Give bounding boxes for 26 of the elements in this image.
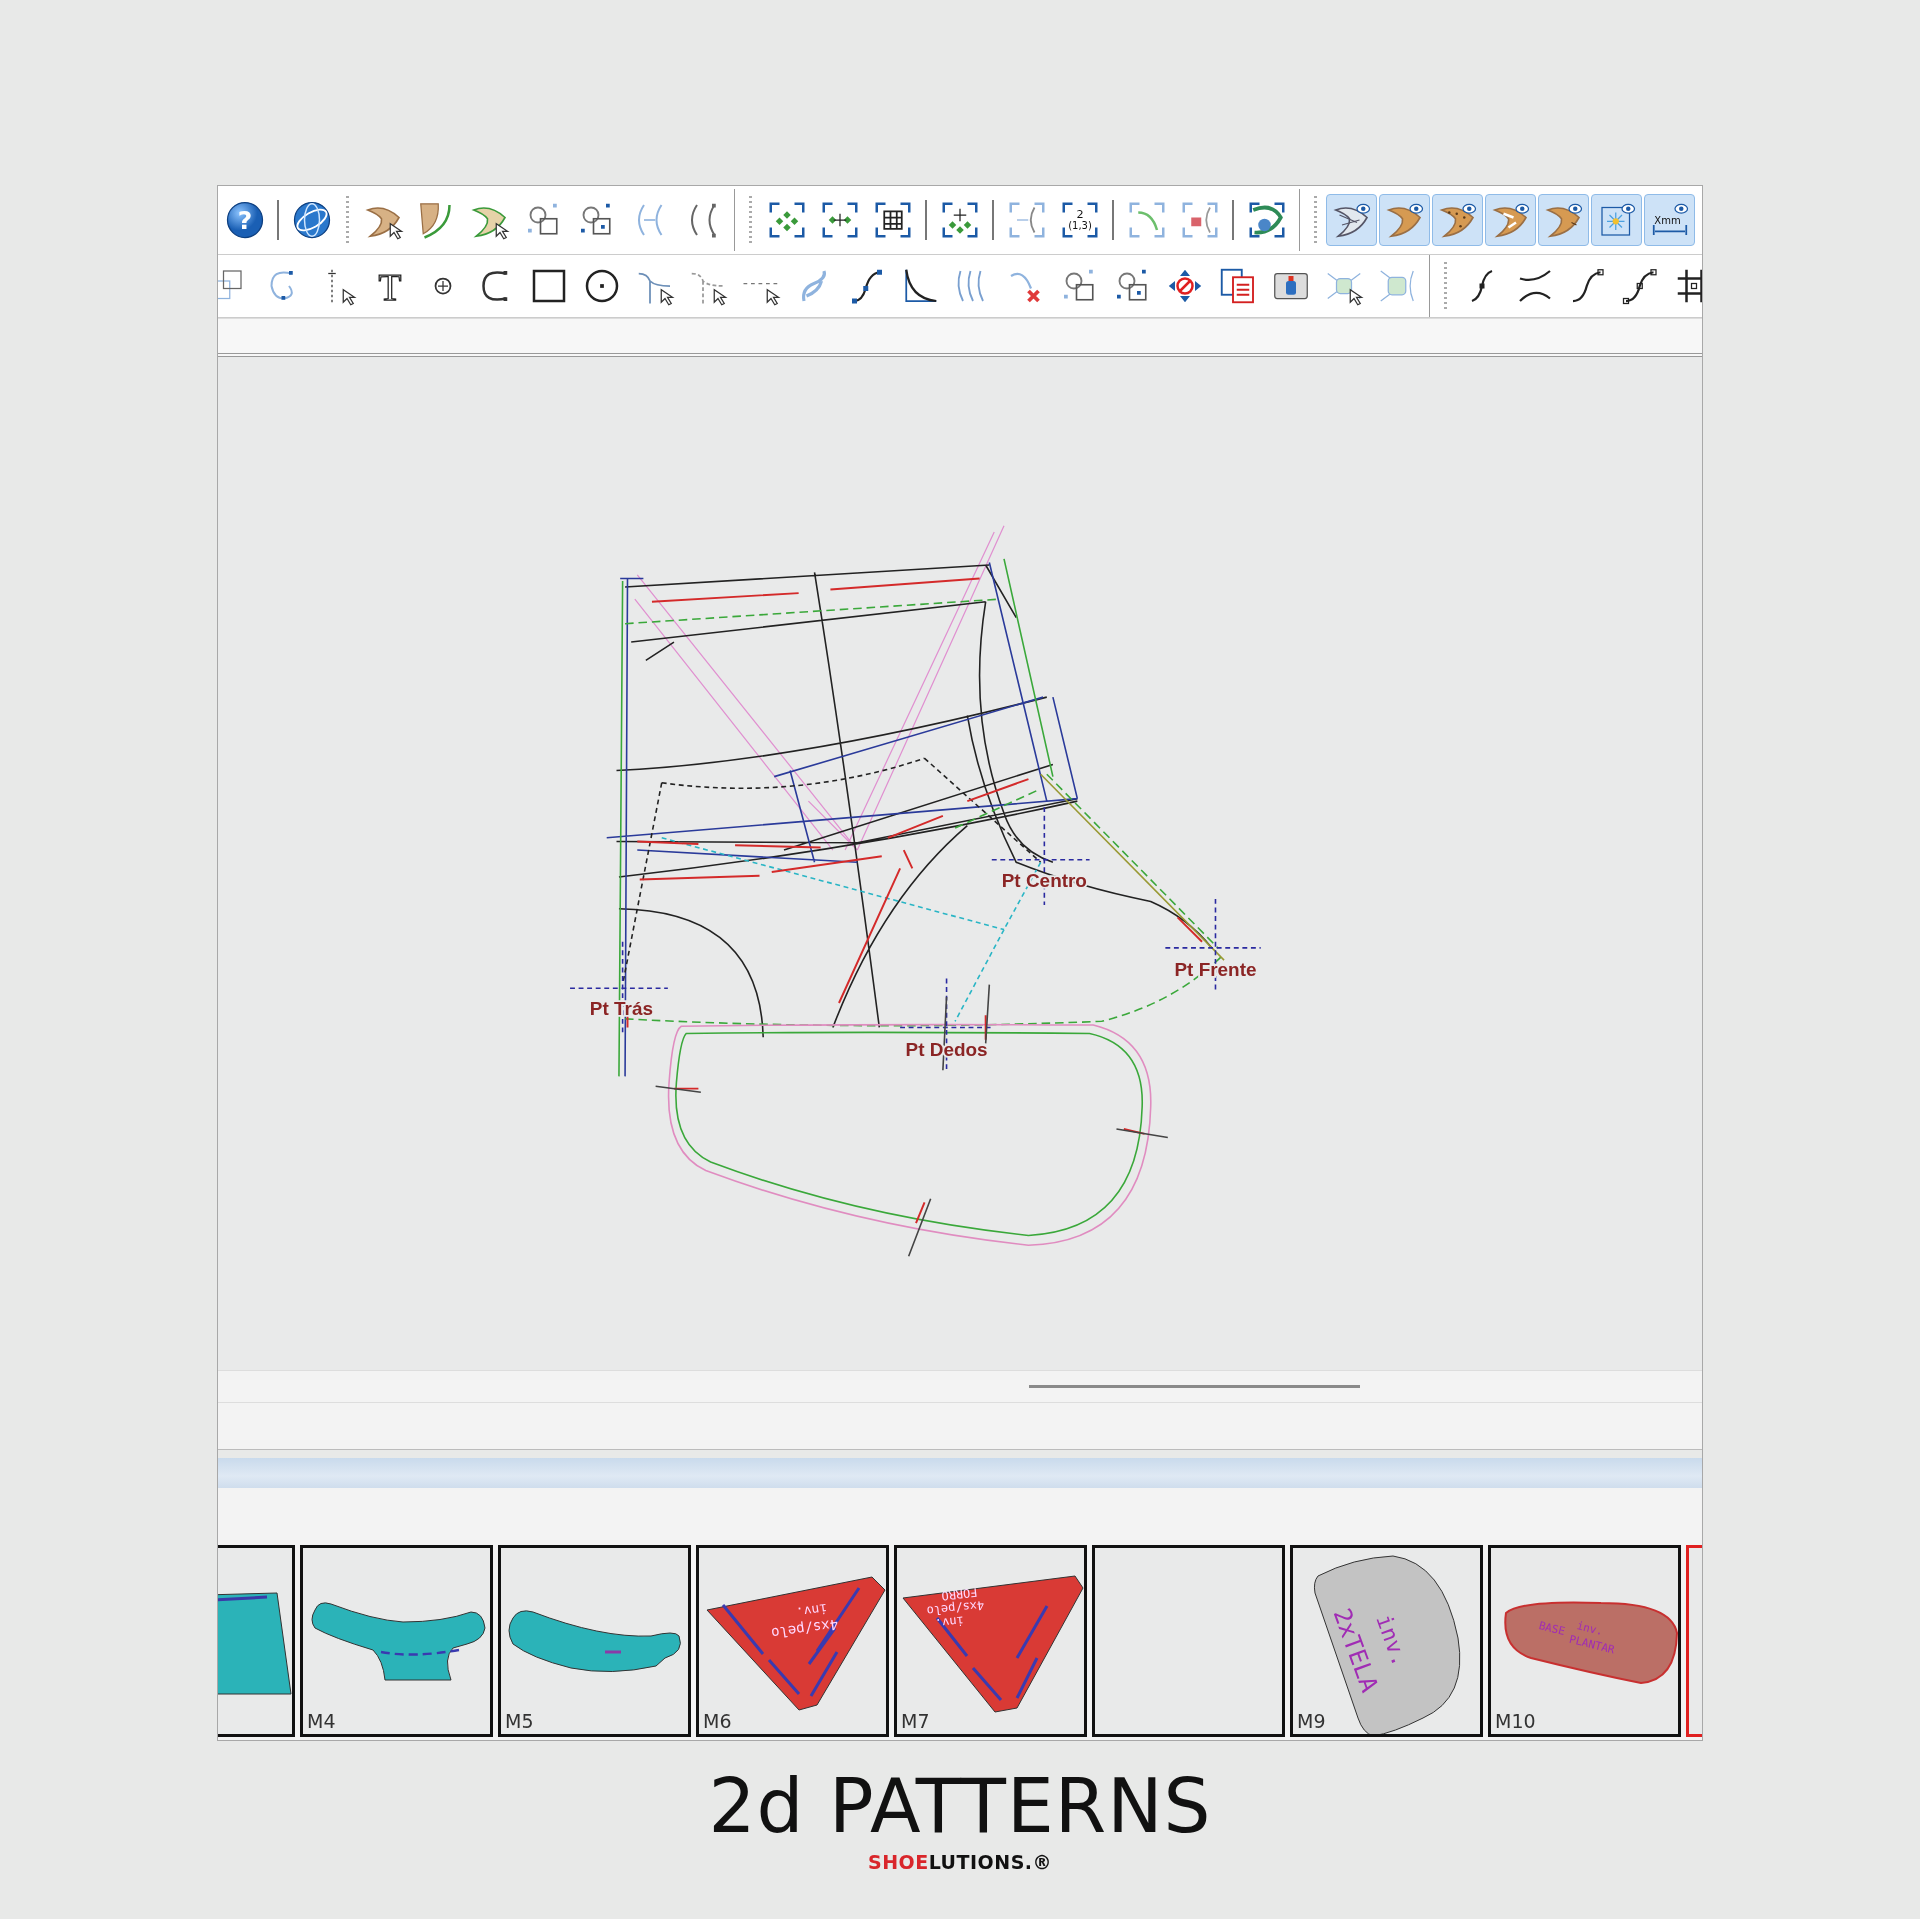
- toggle-button[interactable]: [1591, 194, 1642, 246]
- piece-thumbnail[interactable]: M5: [498, 1545, 691, 1737]
- horizontal-scrollbar[interactable]: [218, 1370, 1702, 1402]
- piece-thumbnail[interactable]: [1092, 1545, 1285, 1737]
- piece-thumbnail[interactable]: FORRO 4xs/pelo inv. M7: [894, 1545, 1087, 1737]
- toggle-button[interactable]: [1379, 194, 1430, 246]
- piece-label: M5: [505, 1710, 534, 1732]
- piece-label: M9: [1297, 1710, 1326, 1732]
- toggle-button[interactable]: Xmm: [1644, 194, 1695, 246]
- piece-label: M10: [1495, 1710, 1536, 1732]
- brand-logo: SHOELUTIONS.®: [867, 1851, 1053, 1873]
- piece-label: M4: [307, 1710, 336, 1732]
- page-title: 2d PATTERNS: [708, 1769, 1212, 1843]
- piece-label: M7: [901, 1710, 930, 1732]
- toggle-button[interactable]: [1485, 194, 1536, 246]
- piece-text: BASE: [1537, 1619, 1567, 1639]
- piece-label: M6: [703, 1710, 732, 1732]
- toggle-button[interactable]: [1432, 194, 1483, 246]
- globe-icon[interactable]: [291, 200, 332, 240]
- piece-thumbnail[interactable]: M4: [300, 1545, 493, 1737]
- piece-thumbnail[interactable]: inv. 4xs/pelo M6: [696, 1545, 889, 1737]
- point-label: Pt Frente: [1174, 959, 1257, 981]
- toggle-button[interactable]: [1538, 194, 1589, 246]
- piece-text: inv.: [1371, 1611, 1413, 1670]
- toggle-button[interactable]: [1326, 194, 1377, 246]
- text-tool-icon[interactable]: T: [369, 266, 410, 306]
